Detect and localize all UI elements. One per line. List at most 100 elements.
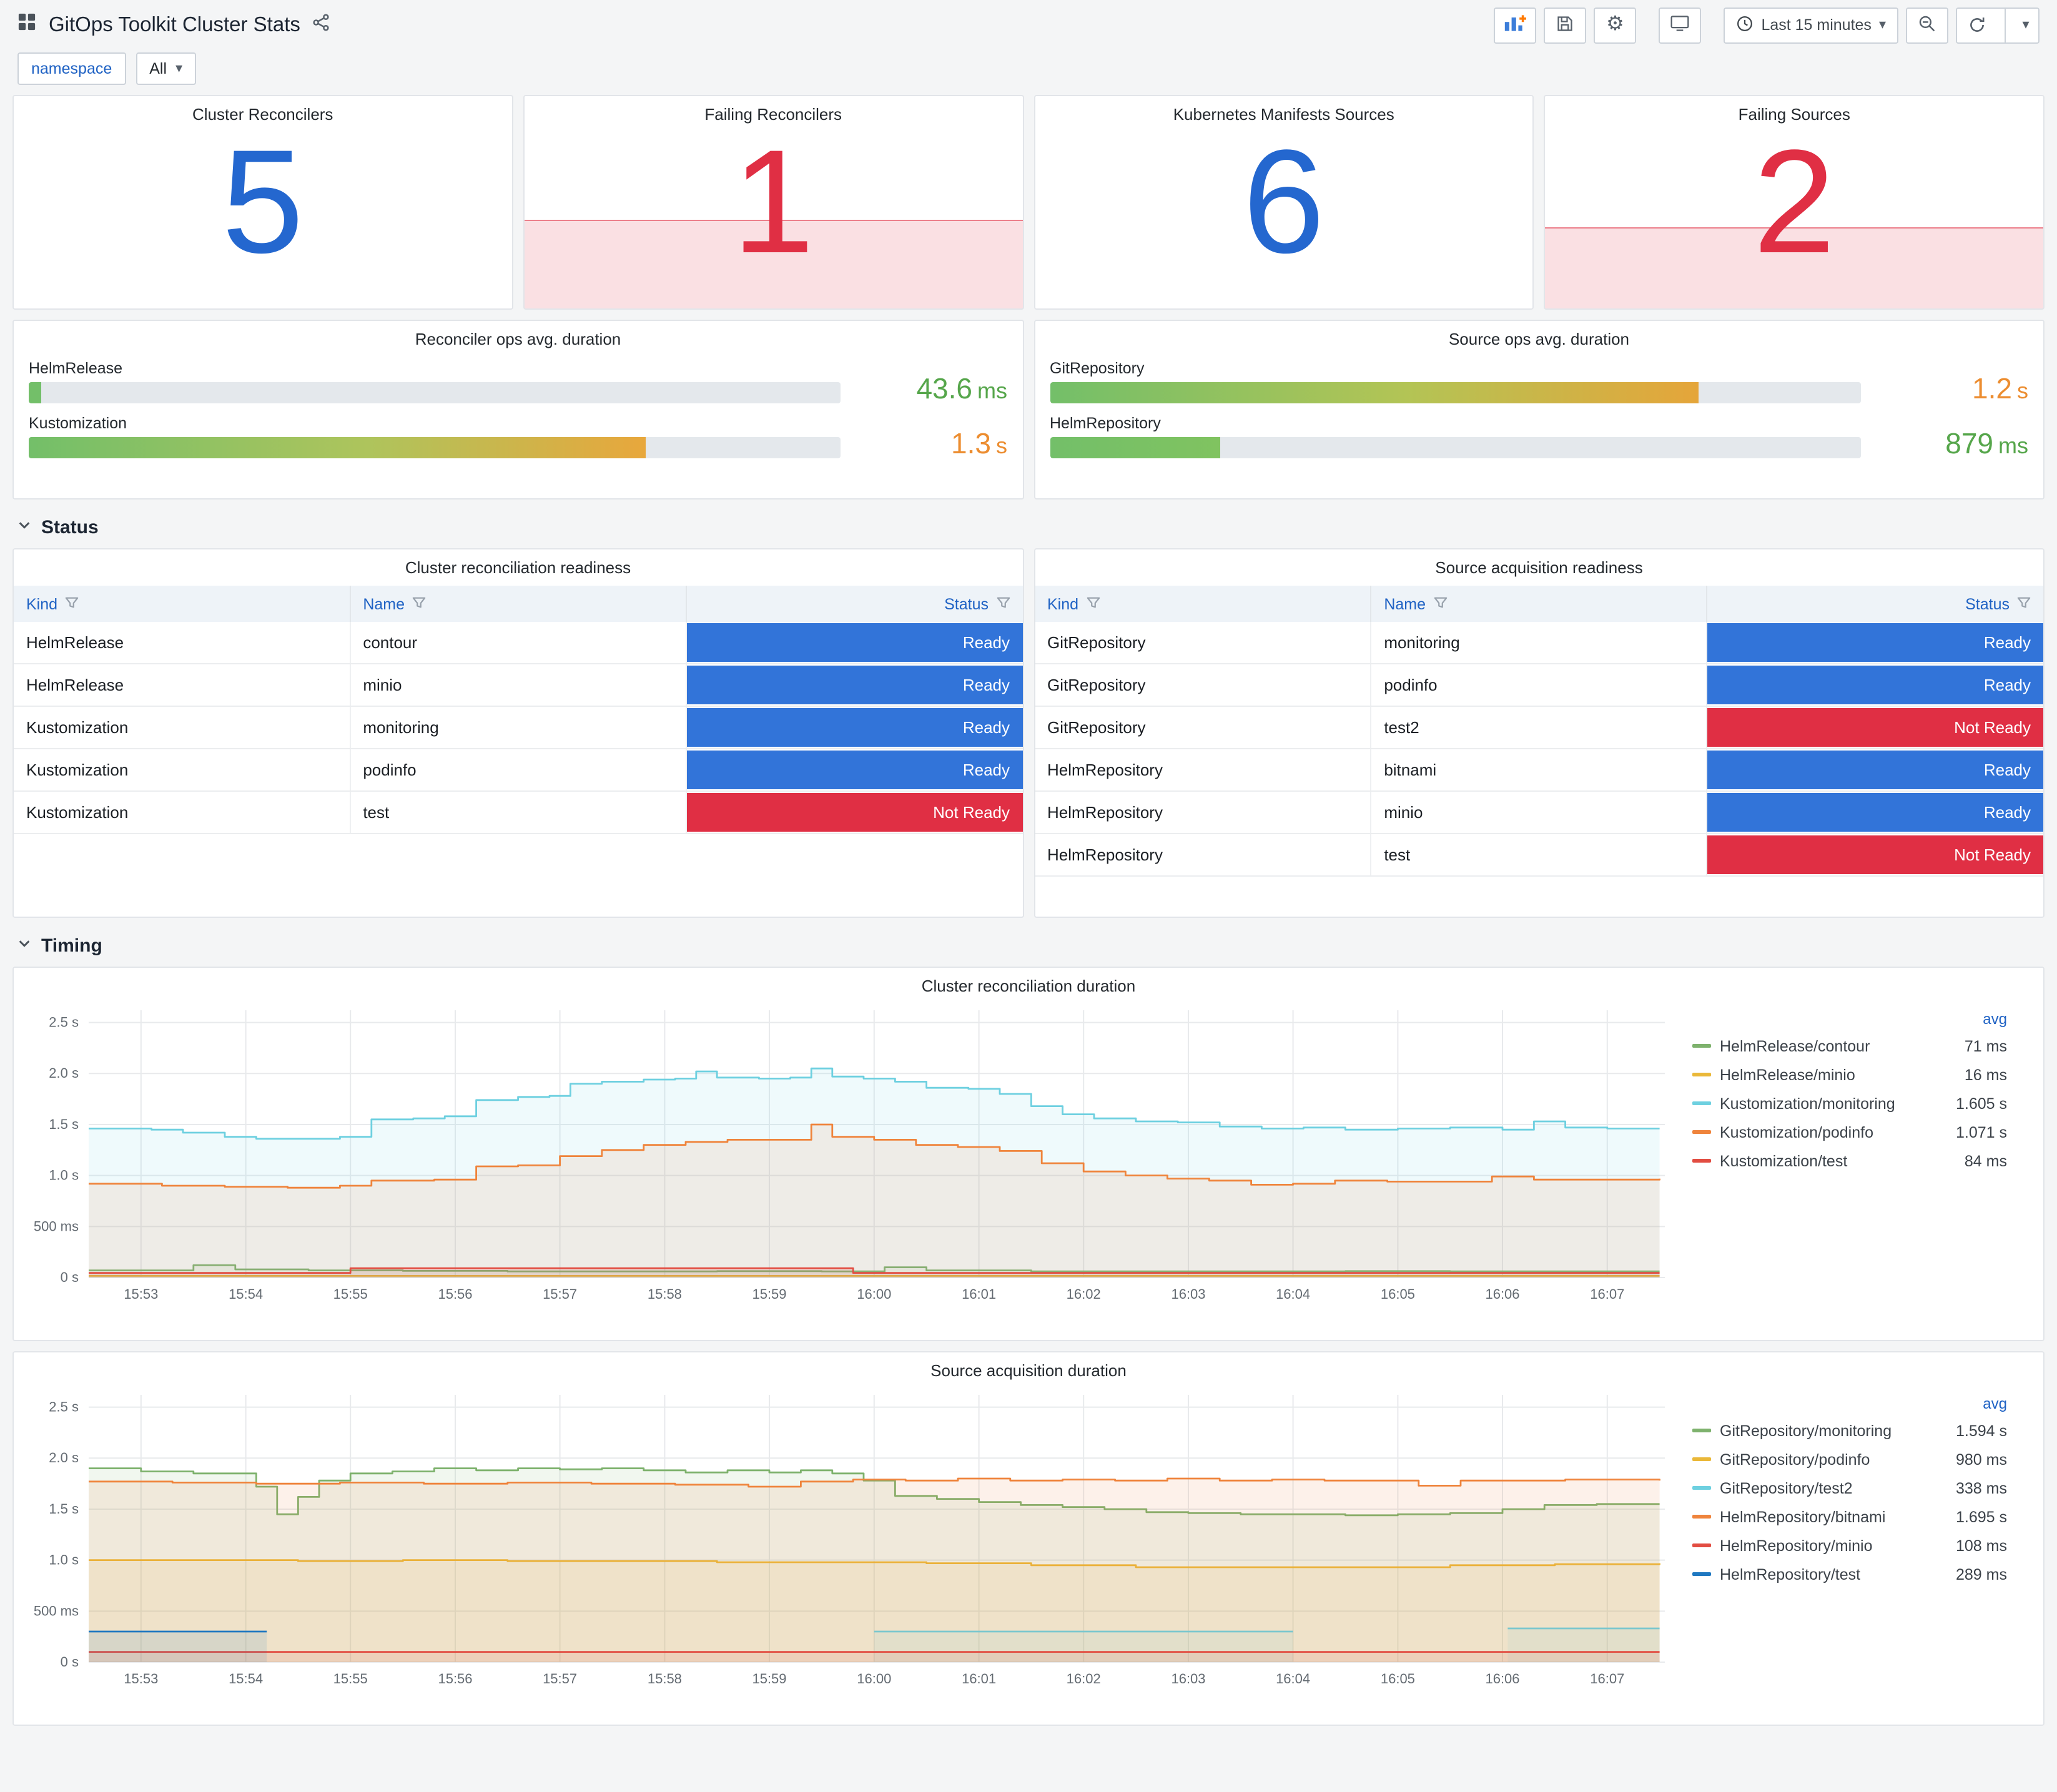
column-header-kind[interactable]: Kind <box>1047 595 1358 613</box>
bar-gauge-track <box>29 437 840 458</box>
variable-namespace-label[interactable]: namespace <box>17 52 126 85</box>
legend-item[interactable]: HelmRepository/test 289 ms <box>1692 1560 2007 1588</box>
table-row: Kustomization podinfo Ready <box>14 749 1022 792</box>
svg-text:16:01: 16:01 <box>962 1286 996 1302</box>
gauge-label: GitRepository <box>1050 360 1145 377</box>
add-panel-button[interactable] <box>1494 7 1537 43</box>
filter-icon[interactable] <box>1433 595 1447 613</box>
zoom-out-time-button[interactable] <box>1906 7 1948 43</box>
refresh-button-group[interactable]: ▾ <box>1956 7 2040 43</box>
table-row: HelmRelease minio Ready <box>14 664 1022 707</box>
panel-title[interactable]: Cluster reconciliation readiness <box>14 549 1022 577</box>
dashboard-settings-button[interactable]: ⚙ <box>1594 7 1637 43</box>
stat-value: 5 <box>222 120 304 285</box>
legend-item[interactable]: GitRepository/test2 338 ms <box>1692 1474 2007 1502</box>
legend-item[interactable]: GitRepository/monitoring 1.594 s <box>1692 1416 2007 1445</box>
status-badge: Ready <box>1707 666 2043 704</box>
panel-title[interactable]: Failing Reconcilers <box>525 96 1023 124</box>
column-header-kind[interactable]: Kind <box>26 595 337 613</box>
filter-icon[interactable] <box>996 595 1010 613</box>
legend-series-avg: 338 ms <box>1956 1479 2007 1497</box>
legend-item[interactable]: Kustomization/podinfo 1.071 s <box>1692 1118 2007 1146</box>
legend-series-name[interactable]: HelmRepository/bitnami <box>1720 1508 1947 1525</box>
bar-gauge-row: GitRepository 1.2 s <box>1050 360 2028 403</box>
readiness-table: Kind Name Status HelmRelease contour Ready… <box>14 586 1022 834</box>
table-row: HelmRepository bitnami Ready <box>1035 749 2043 792</box>
apps-icon[interactable] <box>17 12 36 37</box>
legend-item[interactable]: Kustomization/monitoring 1.605 s <box>1692 1089 2007 1118</box>
svg-text:0 s: 0 s <box>61 1654 79 1670</box>
refresh-icon[interactable] <box>1957 8 1997 42</box>
bar-gauge-row: Kustomization 1.3 s <box>29 415 1007 458</box>
legend-series-name[interactable]: GitRepository/test2 <box>1720 1479 1947 1497</box>
panel-title[interactable]: Reconciler ops avg. duration <box>29 321 1007 348</box>
filter-icon[interactable] <box>65 595 79 613</box>
svg-text:15:57: 15:57 <box>543 1286 577 1302</box>
filter-icon[interactable] <box>412 595 426 613</box>
save-dashboard-button[interactable] <box>1544 7 1587 43</box>
column-header-name[interactable]: Name <box>1384 595 1694 613</box>
legend-series-name[interactable]: Kustomization/test <box>1720 1152 1956 1169</box>
legend-series-avg: 289 ms <box>1956 1565 2007 1583</box>
svg-text:1.0 s: 1.0 s <box>49 1168 79 1183</box>
section-status[interactable]: Status <box>12 510 2045 538</box>
time-series-plot[interactable]: 15:53 15:54 15:55 15:56 15:57 15:58 15:59 16:00… <box>26 998 1675 1312</box>
refresh-interval-caret-icon[interactable]: ▾ <box>2013 17 2038 32</box>
filter-icon[interactable] <box>2017 595 2031 613</box>
legend-series-name[interactable]: HelmRelease/minio <box>1720 1066 1956 1083</box>
column-header-status[interactable]: Status <box>1720 595 2031 613</box>
status-badge: Ready <box>1707 793 2043 832</box>
legend-series-name[interactable]: HelmRelease/contour <box>1720 1037 1956 1055</box>
legend-item[interactable]: HelmRelease/minio 16 ms <box>1692 1060 2007 1089</box>
legend-series-avg: 980 ms <box>1956 1450 2007 1468</box>
legend-item[interactable]: HelmRelease/contour 71 ms <box>1692 1031 2007 1060</box>
legend-series-name[interactable]: GitRepository/monitoring <box>1720 1422 1947 1439</box>
panel-title[interactable]: Cluster Reconcilers <box>14 96 512 124</box>
section-label: Timing <box>41 935 102 956</box>
column-header-status[interactable]: Status <box>699 595 1010 613</box>
panel-title[interactable]: Cluster reconciliation duration <box>26 968 2031 995</box>
cycle-view-mode-button[interactable] <box>1659 7 1702 43</box>
legend-item[interactable]: GitRepository/podinfo 980 ms <box>1692 1445 2007 1474</box>
share-icon[interactable] <box>313 13 330 37</box>
legend-series-name[interactable]: Kustomization/monitoring <box>1720 1095 1947 1112</box>
caret-down-icon: ▾ <box>1878 17 1886 32</box>
panel-source-acquisition-readiness: Source acquisition readiness Kind Name S… <box>1033 548 2045 918</box>
legend-item[interactable]: Kustomization/test 84 ms <box>1692 1146 2007 1175</box>
legend-series-name[interactable]: GitRepository/podinfo <box>1720 1450 1947 1468</box>
section-timing[interactable]: Timing <box>12 928 2045 957</box>
bar-gauge-track <box>1050 382 1861 403</box>
column-header-name[interactable]: Name <box>363 595 673 613</box>
svg-text:16:02: 16:02 <box>1067 1286 1101 1302</box>
bar-gauge-track <box>29 382 840 403</box>
time-range-picker[interactable]: Last 15 minutes ▾ <box>1724 7 1898 43</box>
panel-title[interactable]: Source ops avg. duration <box>1050 321 2028 348</box>
gauge-value: 1.3 s <box>951 427 1007 460</box>
svg-text:0 s: 0 s <box>61 1269 79 1285</box>
stats-row: Cluster Reconcilers 5 Failing Reconciler… <box>12 95 2045 310</box>
table-row: GitRepository test2 Not Ready <box>1035 706 2043 749</box>
time-range-label: Last 15 minutes <box>1761 16 1872 34</box>
table-row: GitRepository monitoring Ready <box>1035 622 2043 664</box>
legend-series-color <box>1692 1429 1711 1432</box>
legend-series-avg: 108 ms <box>1956 1537 2007 1554</box>
legend-series-color <box>1692 1515 1711 1519</box>
svg-text:15:53: 15:53 <box>124 1671 158 1686</box>
time-series-plot[interactable]: 15:53 15:54 15:55 15:56 15:57 15:58 15:59 16:00… <box>26 1382 1675 1697</box>
gear-icon: ⚙ <box>1606 14 1624 35</box>
stat-value: 6 <box>1243 120 1325 285</box>
legend-item[interactable]: HelmRepository/bitnami 1.695 s <box>1692 1502 2007 1531</box>
panel-title[interactable]: Kubernetes Manifests Sources <box>1035 96 1533 124</box>
legend-item[interactable]: HelmRepository/minio 108 ms <box>1692 1531 2007 1560</box>
filter-icon[interactable] <box>1086 595 1100 613</box>
panel-title[interactable]: Source acquisition readiness <box>1035 549 2043 577</box>
variable-namespace-value[interactable]: All ▾ <box>136 52 197 85</box>
status-badge: Ready <box>686 623 1022 662</box>
legend-series-name[interactable]: HelmRepository/test <box>1720 1565 1947 1583</box>
legend-series-name[interactable]: Kustomization/podinfo <box>1720 1123 1947 1141</box>
grafana-dashboard: GitOps Toolkit Cluster Stats ⚙ Last 15 m… <box>0 0 2057 1792</box>
panel-title[interactable]: Failing Sources <box>1546 96 2044 124</box>
legend-series-name[interactable]: HelmRepository/minio <box>1720 1537 1947 1554</box>
panel-title[interactable]: Source acquisition duration <box>26 1352 2031 1380</box>
panel-cluster-reconciliation-readiness: Cluster reconciliation readiness Kind Na… <box>12 548 1024 918</box>
